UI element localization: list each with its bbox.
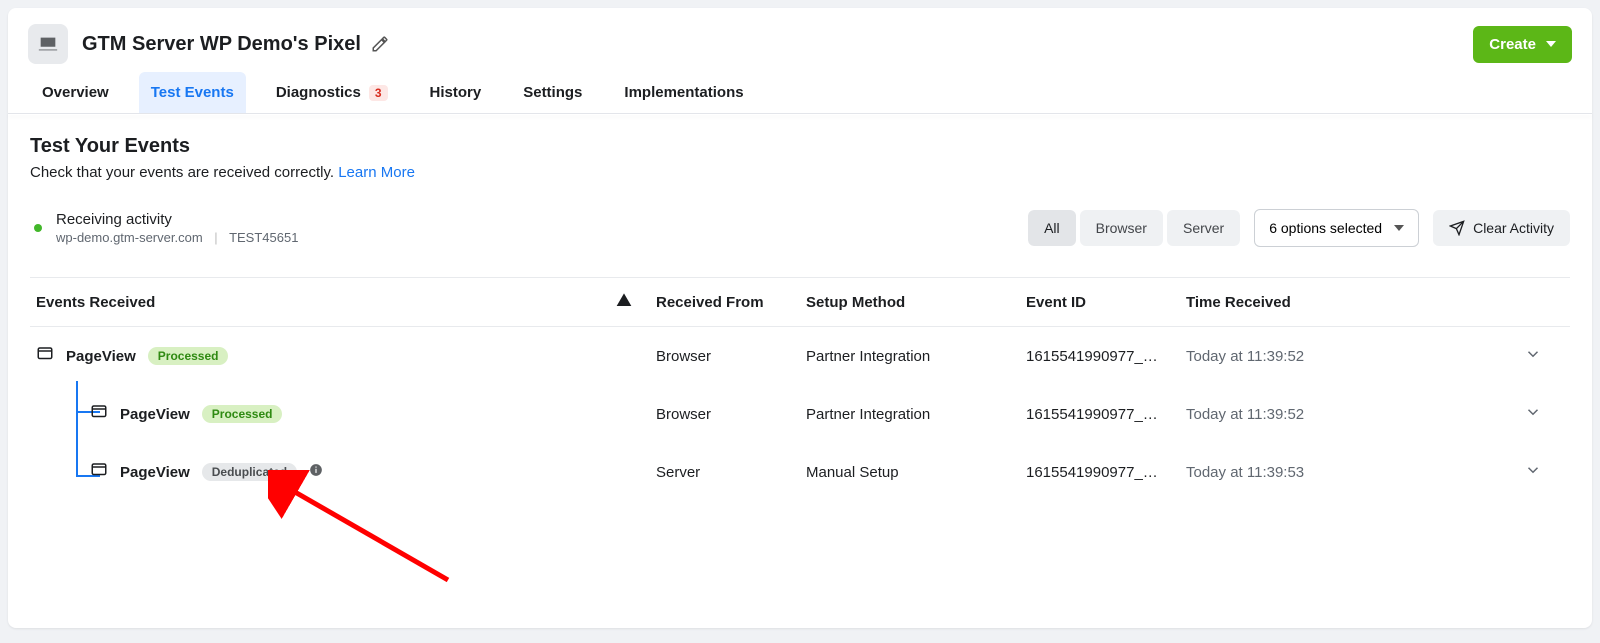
caret-down-icon	[1546, 41, 1556, 47]
activity-line1: Receiving activity	[56, 211, 298, 228]
activity-status: Receiving activity wp-demo.gtm-server.co…	[56, 211, 298, 245]
cell-event-id: 1615541990977_…	[1026, 406, 1186, 423]
col-events: Events Received	[36, 294, 616, 311]
cell-setup: Manual Setup	[806, 464, 1026, 481]
col-time: Time Received	[1186, 294, 1524, 311]
browser-icon	[90, 403, 108, 425]
create-button-label: Create	[1489, 36, 1536, 53]
seg-all[interactable]: All	[1028, 210, 1076, 246]
browser-icon	[90, 461, 108, 483]
options-dropdown[interactable]: 6 options selected	[1254, 209, 1419, 247]
edit-title-button[interactable]	[371, 35, 389, 53]
cell-from: Browser	[656, 406, 806, 423]
cell-time: Today at 11:39:53	[1186, 464, 1524, 481]
page-title: GTM Server WP Demo's Pixel	[82, 33, 361, 56]
cell-time: Today at 11:39:52	[1186, 348, 1524, 365]
learn-more-link[interactable]: Learn More	[338, 164, 415, 181]
app-icon	[28, 24, 68, 64]
tab-diagnostics[interactable]: Diagnostics 3	[264, 72, 400, 113]
chevron-down-icon	[1524, 461, 1542, 479]
status-badge: Processed	[202, 405, 283, 423]
status-badge: Processed	[148, 347, 229, 365]
col-setup: Setup Method	[806, 294, 1026, 311]
info-icon[interactable]	[309, 463, 323, 481]
warning-icon	[616, 292, 632, 308]
section-title: Test Your Events	[30, 135, 1570, 158]
expand-row-button[interactable]	[1524, 403, 1564, 425]
create-button[interactable]: Create	[1473, 26, 1572, 63]
table-header: Events Received Received From Setup Meth…	[30, 277, 1570, 327]
table-row[interactable]: PageView Processed Browser Partner Integ…	[30, 385, 1570, 443]
status-badge: Deduplicated	[202, 463, 297, 481]
event-name: PageView	[66, 348, 136, 365]
activity-dot-icon	[34, 224, 42, 232]
chevron-down-icon	[1524, 345, 1542, 363]
cell-event-id: 1615541990977_…	[1026, 464, 1186, 481]
event-name: PageView	[120, 406, 190, 423]
events-table: Events Received Received From Setup Meth…	[30, 277, 1570, 501]
diagnostics-badge: 3	[369, 85, 388, 101]
tab-settings[interactable]: Settings	[511, 72, 594, 113]
laptop-icon	[37, 33, 59, 55]
col-from: Received From	[656, 294, 806, 311]
seg-server[interactable]: Server	[1167, 210, 1240, 246]
options-dropdown-label: 6 options selected	[1269, 220, 1382, 236]
paper-plane-icon	[1449, 220, 1465, 236]
table-row[interactable]: PageView Processed Browser Partner Integ…	[30, 327, 1570, 385]
tab-test-events[interactable]: Test Events	[139, 72, 246, 113]
chevron-down-icon	[1524, 403, 1542, 421]
tab-overview[interactable]: Overview	[30, 72, 121, 113]
caret-down-icon	[1394, 225, 1404, 231]
tab-history[interactable]: History	[418, 72, 494, 113]
cell-from: Server	[656, 464, 806, 481]
cell-event-id: 1615541990977_…	[1026, 348, 1186, 365]
cell-setup: Partner Integration	[806, 406, 1026, 423]
seg-browser[interactable]: Browser	[1080, 210, 1163, 246]
expand-row-button[interactable]	[1524, 345, 1564, 367]
tabs-bar: Overview Test Events Diagnostics 3 Histo…	[8, 72, 1592, 114]
cell-setup: Partner Integration	[806, 348, 1026, 365]
pencil-icon	[371, 35, 389, 53]
clear-activity-button[interactable]: Clear Activity	[1433, 210, 1570, 246]
event-name: PageView	[120, 464, 190, 481]
cell-time: Today at 11:39:52	[1186, 406, 1524, 423]
section-subtitle: Check that your events are received corr…	[30, 164, 1570, 181]
expand-row-button[interactable]	[1524, 461, 1564, 483]
tab-implementations[interactable]: Implementations	[612, 72, 755, 113]
cell-from: Browser	[656, 348, 806, 365]
tab-diagnostics-label: Diagnostics	[276, 84, 361, 101]
table-row[interactable]: PageView Deduplicated Server Manual Setu…	[30, 443, 1570, 501]
clear-activity-label: Clear Activity	[1473, 220, 1554, 236]
source-segmented-control: All Browser Server	[1028, 210, 1240, 246]
browser-icon	[36, 345, 54, 367]
col-warning-icon	[616, 292, 656, 312]
activity-test-id: TEST45651	[229, 230, 298, 245]
activity-domain: wp-demo.gtm-server.com	[56, 230, 203, 245]
col-event-id: Event ID	[1026, 294, 1186, 311]
